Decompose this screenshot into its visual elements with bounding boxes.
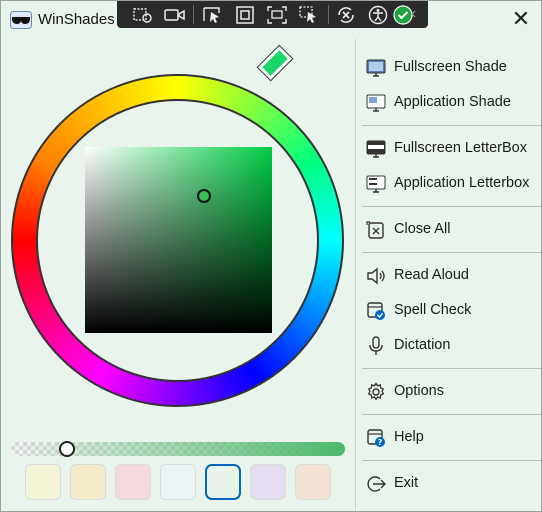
toolbar-divider: [328, 5, 329, 24]
application-letterbox-item[interactable]: Application Letterbox: [356, 169, 541, 199]
monitor-letterbox-icon: [364, 138, 388, 160]
application-shade-label: Application Shade: [394, 94, 511, 110]
stop-square-icon[interactable]: [234, 4, 256, 25]
menu-divider: [362, 206, 541, 207]
options-item[interactable]: Options: [356, 377, 541, 407]
dictation-item[interactable]: Dictation: [356, 331, 541, 361]
application-letterbox-label: Application Letterbox: [394, 175, 530, 191]
app-title: WinShades: [38, 11, 115, 28]
app-window-shade-icon: [364, 92, 388, 114]
app-letterbox-icon: [364, 173, 388, 195]
application-shade-item[interactable]: Application Shade: [356, 88, 541, 118]
close-window-button[interactable]: ✕: [508, 7, 534, 33]
accessibility-icon[interactable]: [367, 4, 389, 25]
menu-divider: [362, 414, 541, 415]
spell-check-label: Spell Check: [394, 302, 472, 318]
exit-icon: [364, 473, 388, 495]
speaker-icon: [364, 265, 388, 287]
svg-text:?: ?: [378, 438, 383, 447]
close-all-label: Close All: [394, 221, 451, 237]
repair-icon[interactable]: [335, 4, 357, 25]
fullscreen-shade-item[interactable]: Fullscreen Shade: [356, 53, 541, 83]
read-aloud-item[interactable]: Read Aloud: [356, 261, 541, 291]
color-swatch[interactable]: [70, 464, 106, 500]
help-icon: ?: [364, 427, 388, 449]
color-swatch[interactable]: [25, 464, 61, 500]
spell-check-icon: [364, 300, 388, 322]
fullscreen-shade-label: Fullscreen Shade: [394, 59, 507, 75]
fullscreen-letterbox-item[interactable]: Fullscreen LetterBox: [356, 134, 541, 164]
exit-item[interactable]: Exit: [356, 469, 541, 499]
menu-divider: [362, 252, 541, 253]
read-aloud-label: Read Aloud: [394, 267, 469, 283]
menu-divider: [362, 460, 541, 461]
options-label: Options: [394, 383, 444, 399]
check-circle-icon[interactable]: [393, 4, 413, 25]
dictation-label: Dictation: [394, 337, 451, 353]
menu-divider: [362, 125, 541, 126]
opacity-slider-thumb[interactable]: [58, 441, 75, 457]
color-swatch[interactable]: [160, 464, 196, 500]
side-menu: Fullscreen Shade Application Shade Fulls…: [355, 39, 541, 511]
color-swatch[interactable]: [115, 464, 151, 500]
toolbar-divider: [193, 5, 194, 24]
region-capture-icon[interactable]: [132, 4, 154, 25]
microphone-icon: [364, 335, 388, 357]
help-label: Help: [394, 429, 424, 445]
close-all-icon: [364, 219, 388, 241]
close-all-item[interactable]: Close All: [356, 215, 541, 245]
cursor-select-icon[interactable]: [202, 4, 224, 25]
chevron-left-icon[interactable]: ‹: [411, 4, 416, 24]
color-swatch[interactable]: [295, 464, 331, 500]
spell-check-item[interactable]: Spell Check: [356, 296, 541, 326]
help-item[interactable]: ? Help: [356, 423, 541, 453]
color-swatch[interactable]: [205, 464, 241, 500]
fullscreen-letterbox-label: Fullscreen LetterBox: [394, 140, 527, 156]
video-record-icon[interactable]: [164, 4, 186, 25]
color-swatch[interactable]: [250, 464, 286, 500]
floating-toolbar: ‹: [117, 1, 428, 28]
window-capture-icon[interactable]: [266, 4, 288, 25]
gear-icon: [364, 381, 388, 403]
sunglasses-logo-icon: [10, 11, 32, 29]
cursor-region-icon[interactable]: [298, 4, 320, 25]
app-window: WinShades ✕ ‹ Fullscreen Shade Applicati…: [0, 0, 542, 512]
menu-divider: [362, 368, 541, 369]
saturation-value-square[interactable]: [85, 147, 272, 333]
color-selector-marker[interactable]: [197, 189, 211, 203]
exit-label: Exit: [394, 475, 419, 491]
monitor-shade-icon: [364, 57, 388, 79]
